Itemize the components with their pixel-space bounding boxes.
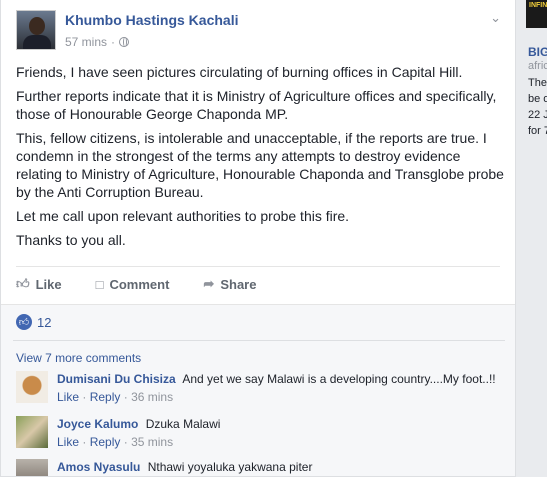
share-icon: ➦ <box>203 276 215 291</box>
thumbs-up-icon: 👍︎ <box>16 276 30 291</box>
dot-separator: · <box>123 435 128 449</box>
like-reaction-icon: 👍︎ <box>16 314 32 330</box>
sidebar-text-line: The <box>528 77 547 89</box>
globe-icon <box>119 37 130 47</box>
sidebar-text-line: for 7 <box>528 125 547 137</box>
share-button[interactable]: ➦ Share <box>203 276 256 292</box>
dot-separator: · <box>123 390 128 404</box>
comment-button[interactable]: □ Comment <box>96 276 170 292</box>
comment-item: Joyce Kalumo Dzuka Malawi Like · Reply ·… <box>16 416 220 449</box>
reaction-count: 12 <box>37 314 52 330</box>
commenter-name[interactable]: Joyce Kalumo <box>57 417 138 431</box>
comments-section: 👍︎ 12 View 7 more comments Dumisani Du C… <box>1 305 515 476</box>
commenter-avatar[interactable] <box>16 371 48 403</box>
post-card: Khumbo Hastings Kachali 57 mins · ⌄ Frie… <box>0 0 516 477</box>
sidebar-source[interactable]: afric <box>528 60 547 72</box>
comment-timestamp[interactable]: 36 mins <box>131 390 173 404</box>
dot-separator: · <box>82 390 87 404</box>
post-timestamp[interactable]: 57 mins <box>65 35 107 49</box>
commenter-avatar[interactable] <box>16 416 48 448</box>
commenter-avatar[interactable] <box>16 459 48 476</box>
author-avatar[interactable] <box>16 10 56 50</box>
comment-body: Amos Nyasulu Nthawi yoyaluka yakwana pit… <box>57 460 313 476</box>
comment-icon: □ <box>95 276 104 292</box>
comment-item: Amos Nyasulu Nthawi yoyaluka yakwana pit… <box>16 459 313 476</box>
post-meta: Khumbo Hastings Kachali 57 mins · <box>65 12 238 50</box>
reactions-summary[interactable]: 👍︎ 12 <box>16 314 51 330</box>
post-paragraph: This, fellow citizens, is intolerable an… <box>16 130 504 200</box>
view-more-comments-link[interactable]: View 7 more comments <box>16 351 141 365</box>
comment-text: Nthawi yoyaluka yakwana piter <box>147 460 313 474</box>
divider <box>13 340 505 341</box>
post-header: Khumbo Hastings Kachali 57 mins · <box>16 10 238 50</box>
page: Khumbo Hastings Kachali 57 mins · ⌄ Frie… <box>0 0 547 477</box>
share-label: Share <box>220 276 257 292</box>
comment-text: Dzuka Malawi <box>145 417 221 431</box>
sidebar-text-line: be o <box>528 93 547 105</box>
like-label: Like <box>35 276 62 292</box>
dot-separator: · <box>111 35 116 49</box>
sidebar-text-line: 22 J <box>528 109 547 121</box>
comment-actions: Like · Reply · 36 mins <box>57 390 496 404</box>
commenter-name[interactable]: Dumisani Du Chisiza <box>57 372 176 386</box>
comment-item: Dumisani Du Chisiza And yet we say Malaw… <box>16 371 496 404</box>
comment-reply-link[interactable]: Reply <box>90 435 121 449</box>
comment-reply-link[interactable]: Reply <box>90 390 121 404</box>
comment-timestamp[interactable]: 35 mins <box>131 435 173 449</box>
sidebar-thumbnail[interactable]: INFIN <box>526 0 547 28</box>
post-paragraph: Let me call upon relevant authorities to… <box>16 208 350 224</box>
sidebar-headline[interactable]: BIG <box>528 45 547 59</box>
right-sidebar: INFIN BIG afric The be o 22 J for 7 <box>516 0 547 477</box>
divider <box>16 266 500 267</box>
comment-label: Comment <box>109 276 170 292</box>
post-body: Friends, I have seen pictures circulatin… <box>16 63 506 255</box>
post-paragraph: Thanks to you all. <box>16 232 126 248</box>
like-button[interactable]: 👍︎ Like <box>16 276 62 292</box>
post-paragraph: Friends, I have seen pictures circulatin… <box>16 64 463 80</box>
post-time-row: 57 mins · <box>65 35 238 49</box>
comment-like-link[interactable]: Like <box>57 435 79 449</box>
chevron-down-icon[interactable]: ⌄ <box>490 10 501 26</box>
comment-text: And yet we say Malawi is a developing co… <box>182 372 496 386</box>
commenter-name[interactable]: Amos Nyasulu <box>57 460 140 474</box>
comment-body: Dumisani Du Chisiza And yet we say Malaw… <box>57 372 496 404</box>
comment-body: Joyce Kalumo Dzuka Malawi Like · Reply ·… <box>57 417 220 449</box>
comment-actions: Like · Reply · 35 mins <box>57 435 220 449</box>
comment-like-link[interactable]: Like <box>57 390 79 404</box>
post-paragraph: Further reports indicate that it is Mini… <box>16 88 497 122</box>
action-bar: 👍︎ Like □ Comment ➦ Share <box>16 276 256 292</box>
dot-separator: · <box>82 435 87 449</box>
author-name[interactable]: Khumbo Hastings Kachali <box>65 12 238 28</box>
